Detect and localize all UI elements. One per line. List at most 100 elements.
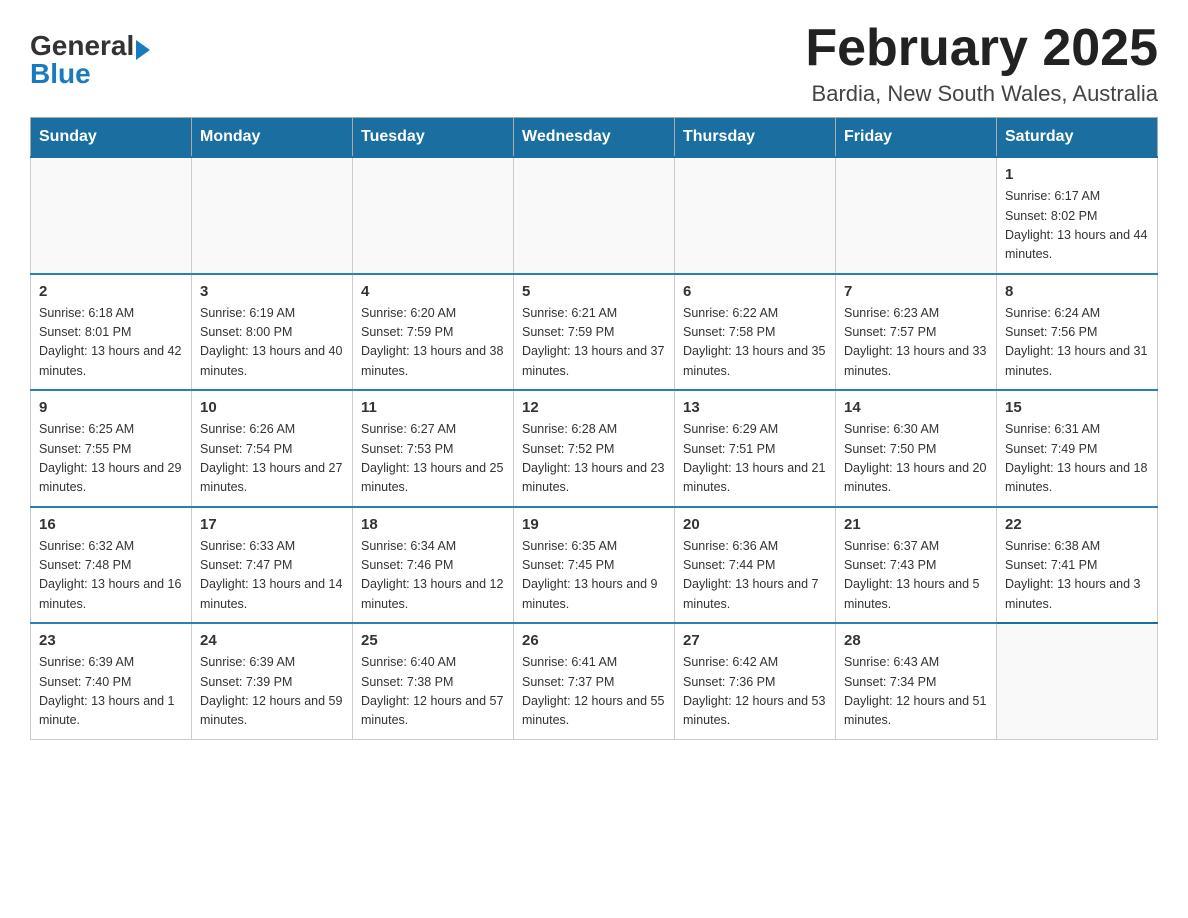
day-info: Sunrise: 6:17 AMSunset: 8:02 PMDaylight:…	[1005, 187, 1149, 265]
month-title: February 2025	[805, 20, 1158, 77]
day-number: 2	[39, 283, 183, 300]
calendar-cell: 9Sunrise: 6:25 AMSunset: 7:55 PMDaylight…	[31, 390, 192, 507]
calendar-week-row: 1 Sunrise: 6:17 AMSunset: 8:02 PMDaylight…	[31, 157, 1158, 274]
calendar-cell: 19Sunrise: 6:35 AMSunset: 7:45 PMDayligh…	[514, 507, 675, 624]
day-info: Sunrise: 6:32 AMSunset: 7:48 PMDaylight:…	[39, 537, 183, 615]
calendar-cell: 23 Sunrise: 6:39 AMSunset: 7:40 PMDayligh…	[31, 623, 192, 739]
calendar-cell: 25 Sunrise: 6:40 AMSunset: 7:38 PMDayligh…	[353, 623, 514, 739]
calendar-cell	[31, 157, 192, 274]
day-number: 8	[1005, 283, 1149, 300]
day-number: 26	[522, 632, 666, 649]
day-number: 17	[200, 516, 344, 533]
calendar-cell	[514, 157, 675, 274]
logo: General Blue	[30, 20, 150, 90]
day-info: Sunrise: 6:39 AMSunset: 7:39 PMDaylight:…	[200, 653, 344, 731]
col-tuesday: Tuesday	[353, 118, 514, 158]
day-info: Sunrise: 6:40 AMSunset: 7:38 PMDaylight:…	[361, 653, 505, 731]
day-number: 13	[683, 399, 827, 416]
calendar-cell: 20 Sunrise: 6:36 AMSunset: 7:44 PMDayligh…	[675, 507, 836, 624]
calendar-cell: 17 Sunrise: 6:33 AMSunset: 7:47 PMDayligh…	[192, 507, 353, 624]
day-number: 3	[200, 283, 344, 300]
day-number: 14	[844, 399, 988, 416]
day-info: Sunrise: 6:42 AMSunset: 7:36 PMDaylight:…	[683, 653, 827, 731]
day-info: Sunrise: 6:26 AMSunset: 7:54 PMDaylight:…	[200, 420, 344, 498]
calendar-cell	[353, 157, 514, 274]
page-header: General Blue February 2025 Bardia, New S…	[30, 20, 1158, 107]
calendar-cell: 5Sunrise: 6:21 AMSunset: 7:59 PMDaylight…	[514, 274, 675, 391]
calendar-table: Sunday Monday Tuesday Wednesday Thursday…	[30, 117, 1158, 740]
day-info: Sunrise: 6:37 AMSunset: 7:43 PMDaylight:…	[844, 537, 988, 615]
calendar-cell: 8Sunrise: 6:24 AMSunset: 7:56 PMDaylight…	[997, 274, 1158, 391]
calendar-cell: 10 Sunrise: 6:26 AMSunset: 7:54 PMDayligh…	[192, 390, 353, 507]
day-info: Sunrise: 6:31 AMSunset: 7:49 PMDaylight:…	[1005, 420, 1149, 498]
calendar-cell: 16 Sunrise: 6:32 AMSunset: 7:48 PMDayligh…	[31, 507, 192, 624]
calendar-cell: 18 Sunrise: 6:34 AMSunset: 7:46 PMDayligh…	[353, 507, 514, 624]
day-number: 23	[39, 632, 183, 649]
col-saturday: Saturday	[997, 118, 1158, 158]
day-info: Sunrise: 6:23 AMSunset: 7:57 PMDaylight:…	[844, 304, 988, 382]
day-info: Sunrise: 6:22 AMSunset: 7:58 PMDaylight:…	[683, 304, 827, 382]
day-number: 1	[1005, 166, 1149, 183]
day-info: Sunrise: 6:30 AMSunset: 7:50 PMDaylight:…	[844, 420, 988, 498]
calendar-cell: 14 Sunrise: 6:30 AMSunset: 7:50 PMDayligh…	[836, 390, 997, 507]
calendar-cell: 22Sunrise: 6:38 AMSunset: 7:41 PMDayligh…	[997, 507, 1158, 624]
calendar-cell: 3 Sunrise: 6:19 AMSunset: 8:00 PMDaylight…	[192, 274, 353, 391]
calendar-week-row: 2 Sunrise: 6:18 AMSunset: 8:01 PMDaylight…	[31, 274, 1158, 391]
calendar-cell: 7 Sunrise: 6:23 AMSunset: 7:57 PMDaylight…	[836, 274, 997, 391]
day-number: 7	[844, 283, 988, 300]
day-info: Sunrise: 6:41 AMSunset: 7:37 PMDaylight:…	[522, 653, 666, 731]
calendar-cell: 12Sunrise: 6:28 AMSunset: 7:52 PMDayligh…	[514, 390, 675, 507]
day-number: 10	[200, 399, 344, 416]
calendar-cell: 13 Sunrise: 6:29 AMSunset: 7:51 PMDayligh…	[675, 390, 836, 507]
day-number: 9	[39, 399, 183, 416]
day-info: Sunrise: 6:34 AMSunset: 7:46 PMDaylight:…	[361, 537, 505, 615]
day-info: Sunrise: 6:36 AMSunset: 7:44 PMDaylight:…	[683, 537, 827, 615]
day-info: Sunrise: 6:18 AMSunset: 8:01 PMDaylight:…	[39, 304, 183, 382]
day-info: Sunrise: 6:27 AMSunset: 7:53 PMDaylight:…	[361, 420, 505, 498]
day-number: 15	[1005, 399, 1149, 416]
day-number: 28	[844, 632, 988, 649]
day-number: 16	[39, 516, 183, 533]
logo-blue: Blue	[30, 58, 91, 90]
location-title: Bardia, New South Wales, Australia	[805, 81, 1158, 107]
day-number: 22	[1005, 516, 1149, 533]
calendar-cell: 28 Sunrise: 6:43 AMSunset: 7:34 PMDayligh…	[836, 623, 997, 739]
day-number: 5	[522, 283, 666, 300]
calendar-cell	[836, 157, 997, 274]
calendar-cell	[192, 157, 353, 274]
day-number: 27	[683, 632, 827, 649]
day-info: Sunrise: 6:19 AMSunset: 8:00 PMDaylight:…	[200, 304, 344, 382]
day-number: 21	[844, 516, 988, 533]
day-info: Sunrise: 6:39 AMSunset: 7:40 PMDaylight:…	[39, 653, 183, 731]
col-thursday: Thursday	[675, 118, 836, 158]
day-number: 12	[522, 399, 666, 416]
calendar-cell: 26 Sunrise: 6:41 AMSunset: 7:37 PMDayligh…	[514, 623, 675, 739]
calendar-cell: 2 Sunrise: 6:18 AMSunset: 8:01 PMDaylight…	[31, 274, 192, 391]
day-info: Sunrise: 6:20 AMSunset: 7:59 PMDaylight:…	[361, 304, 505, 382]
day-number: 4	[361, 283, 505, 300]
calendar-cell: 15 Sunrise: 6:31 AMSunset: 7:49 PMDayligh…	[997, 390, 1158, 507]
calendar-week-row: 16 Sunrise: 6:32 AMSunset: 7:48 PMDayligh…	[31, 507, 1158, 624]
calendar-cell	[675, 157, 836, 274]
day-number: 18	[361, 516, 505, 533]
day-number: 11	[361, 399, 505, 416]
logo-arrow-icon	[136, 40, 150, 60]
col-friday: Friday	[836, 118, 997, 158]
day-info: Sunrise: 6:33 AMSunset: 7:47 PMDaylight:…	[200, 537, 344, 615]
day-info: Sunrise: 6:29 AMSunset: 7:51 PMDaylight:…	[683, 420, 827, 498]
weekday-header-row: Sunday Monday Tuesday Wednesday Thursday…	[31, 118, 1158, 158]
calendar-cell: 21 Sunrise: 6:37 AMSunset: 7:43 PMDayligh…	[836, 507, 997, 624]
calendar-cell: 6 Sunrise: 6:22 AMSunset: 7:58 PMDaylight…	[675, 274, 836, 391]
title-block: February 2025 Bardia, New South Wales, A…	[805, 20, 1158, 107]
col-monday: Monday	[192, 118, 353, 158]
calendar-cell	[997, 623, 1158, 739]
calendar-cell: 11 Sunrise: 6:27 AMSunset: 7:53 PMDayligh…	[353, 390, 514, 507]
calendar-cell: 24 Sunrise: 6:39 AMSunset: 7:39 PMDayligh…	[192, 623, 353, 739]
day-number: 6	[683, 283, 827, 300]
calendar-cell: 27 Sunrise: 6:42 AMSunset: 7:36 PMDayligh…	[675, 623, 836, 739]
day-number: 20	[683, 516, 827, 533]
day-info: Sunrise: 6:43 AMSunset: 7:34 PMDaylight:…	[844, 653, 988, 731]
col-wednesday: Wednesday	[514, 118, 675, 158]
day-number: 25	[361, 632, 505, 649]
day-number: 24	[200, 632, 344, 649]
